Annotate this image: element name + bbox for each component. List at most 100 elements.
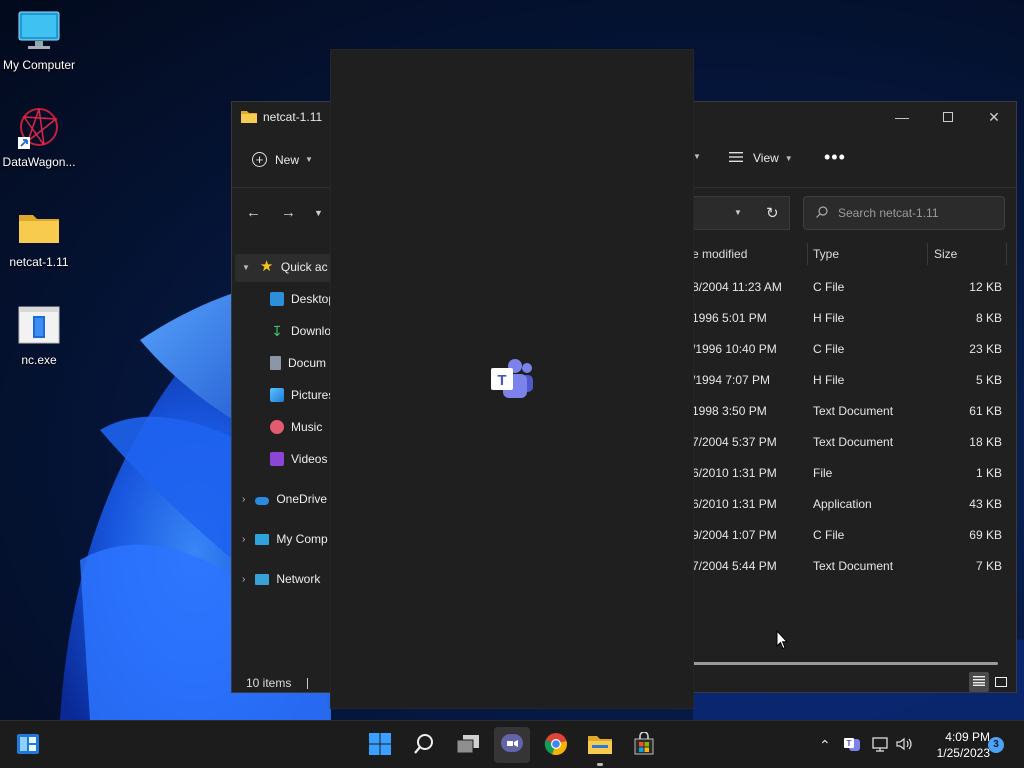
file-row[interactable]: 9/2004 1:07 PM C File 69 KB [692, 520, 1018, 551]
chrome-button[interactable] [538, 727, 574, 763]
mouse-cursor-icon [776, 629, 789, 653]
file-row[interactable]: 7/2004 5:37 PM Text Document 18 KB [692, 427, 1018, 458]
search-input[interactable]: Search netcat-1.11 [803, 196, 1005, 230]
nav-item-label: OneDrive [276, 492, 328, 506]
notification-badge[interactable]: 3 [988, 737, 1004, 753]
minimize-button[interactable]: — [879, 102, 925, 132]
microsoft-store-button[interactable] [626, 727, 662, 763]
column-separator[interactable] [927, 243, 928, 265]
search-button[interactable] [406, 727, 442, 763]
network-icon [255, 573, 270, 585]
file-row[interactable]: 1996 5:01 PM H File 8 KB [692, 303, 1018, 334]
more-options-icon[interactable]: ••• [824, 147, 846, 168]
executable-icon [16, 303, 62, 349]
chevron-down-icon[interactable]: ▼ [734, 208, 742, 217]
forward-arrow-icon[interactable]: → [281, 204, 296, 221]
file-size: 5 KB [975, 373, 1002, 387]
desktop-icon-my-computer[interactable]: My Computer [0, 8, 78, 72]
nav-item-documents[interactable]: Docum [270, 356, 326, 370]
nav-item-pictures[interactable]: Pictures [270, 388, 334, 402]
file-date-modified: 6/2010 1:31 PM [692, 497, 777, 511]
file-row[interactable]: /1994 7:07 PM H File 5 KB [692, 365, 1018, 396]
navigation-pane: ▼ ★ Quick ac Desktop ↧ Downlo Docum Pict… [232, 250, 335, 660]
close-button[interactable]: ✕ [971, 102, 1017, 132]
svg-text:T: T [497, 372, 506, 389]
datawagon-logo-icon [16, 105, 62, 151]
music-icon [270, 420, 284, 434]
chevron-down-icon[interactable]: ▼ [693, 152, 701, 161]
download-icon: ↧ [271, 323, 283, 339]
file-type: Text Document [813, 559, 894, 573]
pictures-icon [270, 388, 284, 402]
folder-icon [16, 205, 62, 251]
column-header-size[interactable]: Size [934, 243, 957, 265]
back-arrow-icon[interactable]: ← [246, 204, 261, 221]
column-separator[interactable] [807, 243, 808, 265]
network-tray-button[interactable] [871, 721, 889, 768]
running-indicator [597, 763, 603, 766]
show-hidden-icons-button[interactable]: ⌃ [819, 721, 831, 768]
file-size: 8 KB [975, 311, 1002, 325]
teams-chat-icon [500, 733, 524, 758]
nav-item-desktop[interactable]: Desktop [270, 292, 335, 306]
volume-tray-button[interactable] [895, 721, 913, 768]
start-button[interactable] [362, 727, 398, 763]
view-button[interactable]: View ▼ [729, 151, 793, 165]
nav-item-quick-access[interactable]: ▼ ★ Quick ac [242, 258, 328, 275]
column-separator[interactable] [1006, 243, 1007, 265]
file-date-modified: 7/2004 5:37 PM [692, 435, 777, 449]
file-row[interactable]: /1996 10:40 PM C File 23 KB [692, 334, 1018, 365]
chevron-down-icon: ▼ [242, 262, 250, 272]
nav-item-onedrive[interactable]: › OneDrive [242, 492, 327, 506]
column-headers: e modified Type Size [692, 243, 1018, 265]
nav-item-music[interactable]: Music [270, 420, 322, 434]
new-button[interactable]: + New ▼ [252, 152, 313, 167]
file-row[interactable]: 8/2004 11:23 AM C File 12 KB [692, 272, 1018, 303]
teams-chat-button[interactable] [494, 727, 530, 763]
search-icon [816, 205, 828, 221]
horizontal-scrollbar[interactable] [692, 662, 998, 665]
desktop-icon-nc-exe[interactable]: nc.exe [0, 303, 78, 367]
file-row[interactable]: 7/2004 5:44 PM Text Document 7 KB [692, 551, 1018, 582]
chevron-right-icon: › [242, 493, 246, 505]
file-row[interactable]: 1998 3:50 PM Text Document 61 KB [692, 396, 1018, 427]
windows-logo-icon [368, 732, 392, 759]
tray-teams-button[interactable]: T [843, 721, 861, 768]
address-bar[interactable]: ▼ ↻ [694, 196, 790, 230]
column-header-date-modified[interactable]: e modified [692, 243, 747, 265]
file-type: C File [813, 528, 845, 542]
speaker-icon [895, 736, 913, 755]
nav-item-my-computer[interactable]: › My Comp [242, 532, 328, 546]
widgets-button[interactable] [10, 727, 46, 763]
desktop-icon-netcat-folder[interactable]: netcat-1.11 [0, 205, 78, 269]
refresh-icon[interactable]: ↻ [766, 204, 779, 222]
file-row[interactable]: 6/2010 1:31 PM File 1 KB [692, 458, 1018, 489]
desktop-icon-label: netcat-1.11 [9, 255, 69, 269]
large-icons-view-button[interactable] [991, 672, 1011, 692]
file-size: 1 KB [975, 466, 1002, 480]
recent-locations-chevron-icon[interactable]: ▼ [314, 208, 323, 218]
taskbar-clock[interactable]: 4:09 PM 1/25/2023 [916, 729, 990, 761]
file-type: C File [813, 280, 845, 294]
details-view-button[interactable] [969, 672, 989, 692]
star-icon: ★ [259, 258, 274, 275]
file-row[interactable]: 6/2010 1:31 PM Application 43 KB [692, 489, 1018, 520]
nav-item-videos[interactable]: Videos [270, 452, 327, 466]
teams-splash-window[interactable]: T [331, 50, 693, 708]
nav-item-network[interactable]: › Network [242, 572, 320, 586]
column-header-type[interactable]: Type [813, 243, 839, 265]
desktop-icon-datawagon[interactable]: DataWagon... [0, 105, 78, 169]
nav-item-label: Downlo [291, 324, 332, 338]
file-size: 23 KB [969, 342, 1002, 356]
maximize-button[interactable] [925, 102, 971, 132]
file-explorer-button[interactable] [582, 727, 618, 766]
taskbar: ⌃ T 4:09 PM 1/25/2023 3 [0, 720, 1024, 768]
nav-item-label: Network [276, 572, 321, 586]
nav-item-downloads[interactable]: ↧ Downlo [270, 324, 331, 338]
chevron-down-icon: ▼ [784, 153, 793, 163]
nav-item-label: My Comp [276, 532, 328, 546]
view-button-label: View [753, 151, 779, 165]
task-view-button[interactable] [450, 727, 486, 763]
clock-date: 1/25/2023 [936, 746, 990, 760]
chevron-right-icon: › [242, 573, 246, 585]
